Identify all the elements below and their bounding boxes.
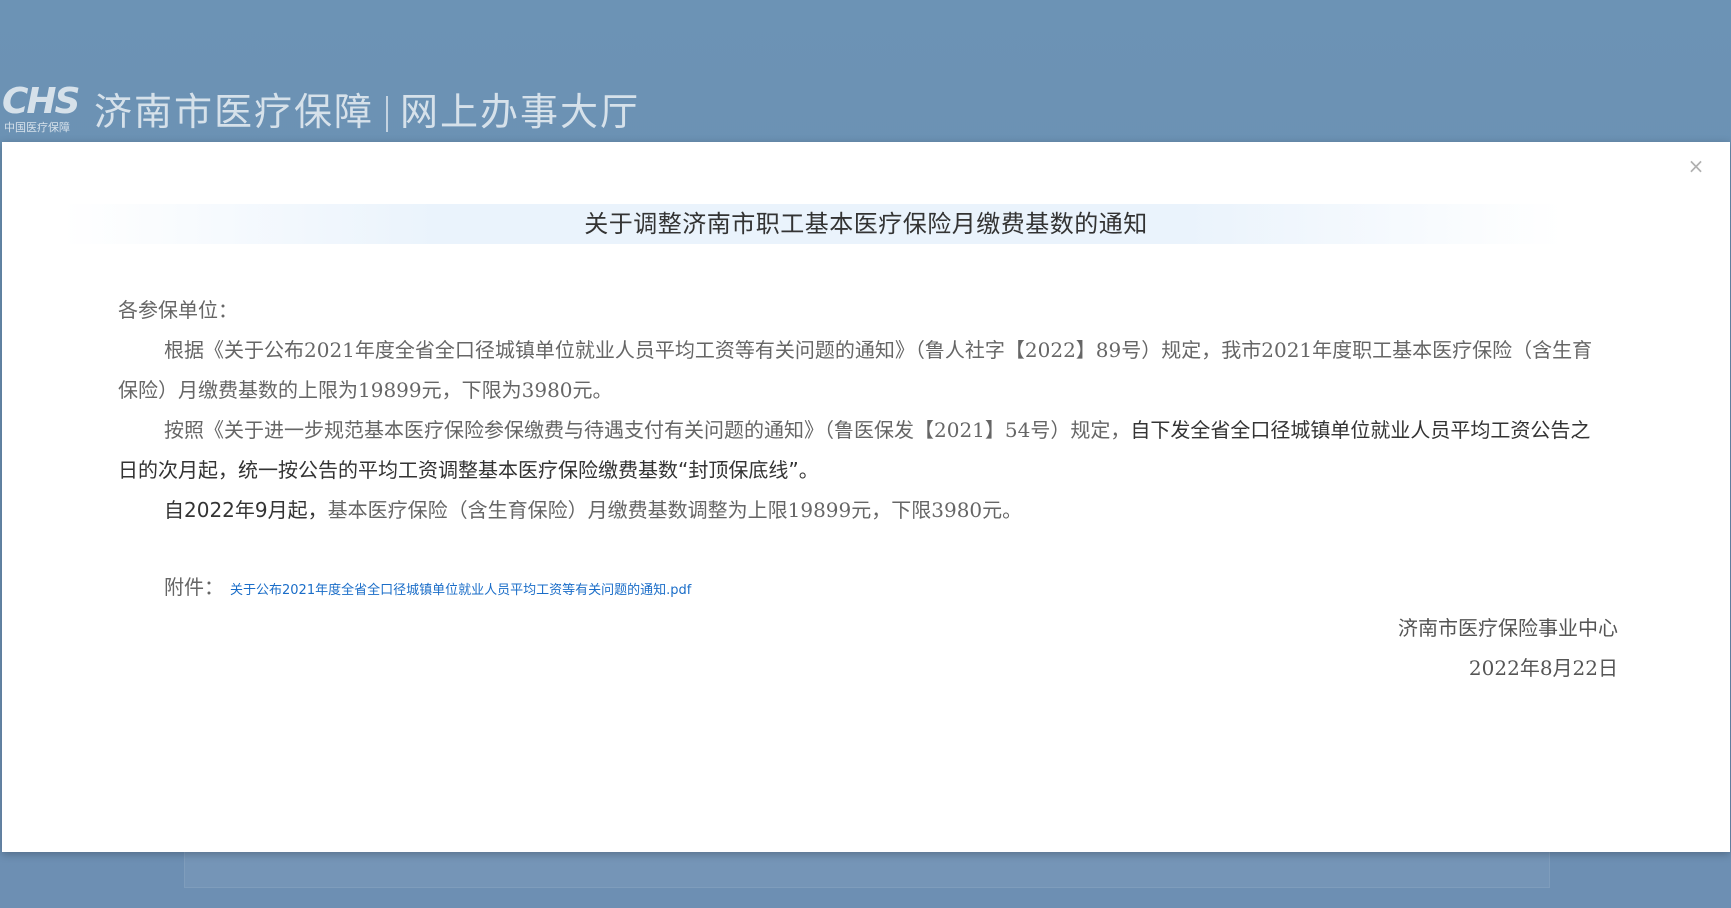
logo-subtitle: 中国医疗保障 xyxy=(4,121,70,134)
site-title: 济南市医疗保障 网上办事大厅 xyxy=(94,81,640,136)
attachment-link[interactable]: 关于公布2021年度全省全口径城镇单位就业人员平均工资等有关问题的通知.pdf xyxy=(230,583,691,598)
close-icon[interactable]: × xyxy=(1686,156,1706,176)
title-divider xyxy=(386,96,389,132)
salutation: 各参保单位： xyxy=(118,298,238,322)
site-title-left: 济南市医疗保障 xyxy=(94,89,375,134)
site-title-right: 网上办事大厅 xyxy=(400,89,641,134)
paragraph-2-normal: 按照《关于进一步规范基本医疗保险参保缴费与待遇支付有关问题的通知》（鲁医保发【2… xyxy=(164,418,1131,442)
logo-mark: CHS xyxy=(2,81,80,122)
notice-content: 各参保单位： 根据《关于公布2021年度全省全口径城镇单位就业人员平均工资等有关… xyxy=(118,290,1598,530)
notice-modal: × 关于调整济南市职工基本医疗保险月缴费基数的通知 各参保单位： 根据《关于公布… xyxy=(2,142,1730,852)
chs-logo: CHS 中国医疗保障 xyxy=(2,82,84,134)
paragraph-3: 自2022年9月起，基本医疗保险（含生育保险）月缴费基数调整为上限19899元，… xyxy=(118,490,1598,530)
attachment-row: 附件： 关于公布2021年度全省全口径城镇单位就业人员平均工资等有关问题的通知.p… xyxy=(164,572,691,606)
signature-org: 济南市医疗保险事业中心 xyxy=(1398,616,1618,640)
attachment-label: 附件： xyxy=(164,575,224,599)
paragraph-1: 根据《关于公布2021年度全省全口径城镇单位就业人员平均工资等有关问题的通知》（… xyxy=(118,338,1593,402)
signature-date: 2022年8月22日 xyxy=(1468,656,1618,680)
background-content-strip xyxy=(184,848,1550,888)
paragraph-3-strong: 自2022年9月起， xyxy=(164,498,328,522)
site-header: CHS 中国医疗保障 济南市医疗保障 网上办事大厅 xyxy=(0,80,640,136)
paragraph-3-normal: 基本医疗保险（含生育保险）月缴费基数调整为上限19899元，下限3980元。 xyxy=(327,498,1023,522)
notice-title: 关于调整济南市职工基本医疗保险月缴费基数的通知 xyxy=(584,210,1148,238)
paragraph-2: 按照《关于进一步规范基本医疗保险参保缴费与待遇支付有关问题的通知》（鲁医保发【2… xyxy=(118,410,1598,490)
signature-block: 济南市医疗保险事业中心 2022年8月22日 xyxy=(1398,608,1618,688)
